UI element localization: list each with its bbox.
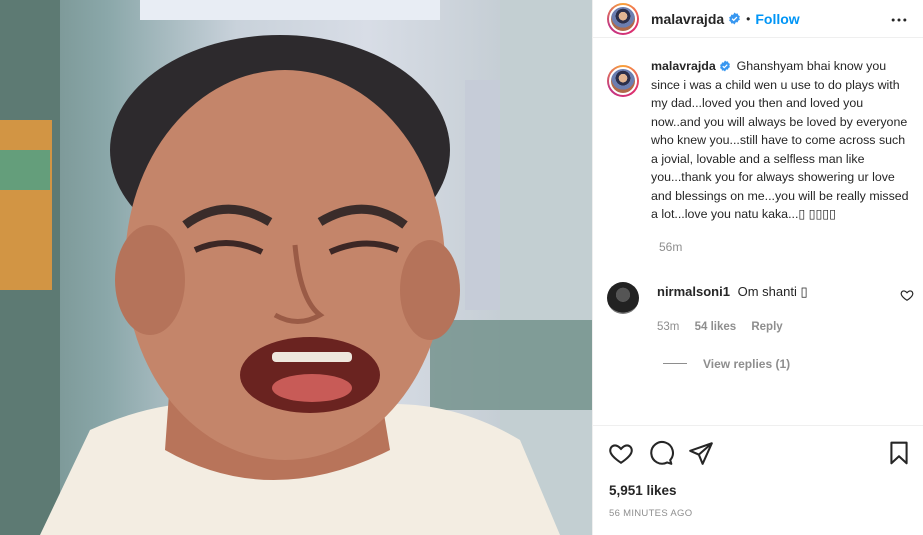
bookmark-icon[interactable] xyxy=(886,440,912,466)
reply-button[interactable]: Reply xyxy=(751,321,782,333)
commenter-avatar[interactable] xyxy=(607,281,639,314)
likes-count[interactable]: 5,951 likes xyxy=(609,483,677,498)
comment-icon[interactable] xyxy=(648,440,674,466)
author-avatar[interactable] xyxy=(607,2,639,35)
comment-text: Om shanti ▯ xyxy=(737,283,808,299)
comment-text-line: nirmalsoni1 Om shanti ▯ xyxy=(657,284,808,300)
view-replies-label[interactable]: View replies (1) xyxy=(703,357,790,371)
verified-badge-icon xyxy=(729,12,741,25)
heart-icon[interactable] xyxy=(608,440,634,466)
follow-button[interactable]: Follow xyxy=(755,11,799,27)
author-username[interactable]: malavrajda xyxy=(651,11,724,27)
post-caption: malavrajda Ghanshyam bhai know you since… xyxy=(651,57,909,224)
header-separator: • xyxy=(746,11,751,26)
verified-badge-icon xyxy=(720,60,731,72)
post-image[interactable] xyxy=(0,0,592,535)
comments-area[interactable]: malavrajda Ghanshyam bhai know you since… xyxy=(593,57,923,425)
commenter-username[interactable]: nirmalsoni1 xyxy=(657,284,730,299)
caption-time: 56m xyxy=(659,239,683,254)
more-options-icon[interactable] xyxy=(889,10,909,30)
comment-meta: 53m 54 likes Reply xyxy=(657,321,808,333)
post-actions: 5,951 likes 56 MINUTES AGO xyxy=(593,425,923,535)
post-photo xyxy=(0,0,592,535)
posted-time[interactable]: 56 MINUTES AGO xyxy=(609,508,692,519)
share-icon[interactable] xyxy=(688,440,714,466)
view-replies[interactable]: View replies (1) xyxy=(663,357,923,371)
caption-text: Ghanshyam bhai know you since i was a ch… xyxy=(651,59,909,221)
caption-username[interactable]: malavrajda xyxy=(651,59,716,73)
caption-avatar[interactable] xyxy=(607,65,639,97)
post-header: malavrajda • Follow xyxy=(593,0,923,38)
replies-divider xyxy=(663,363,687,364)
comment-time[interactable]: 53m xyxy=(657,321,679,333)
small-heart-icon[interactable] xyxy=(900,288,914,302)
post-details-panel: malavrajda • Follow malavrajda Ghanshyam… xyxy=(592,0,923,535)
caption-row: malavrajda Ghanshyam bhai know you since… xyxy=(593,57,923,224)
comment-likes[interactable]: 54 likes xyxy=(695,321,737,333)
comment-item: nirmalsoni1 Om shanti ▯ 53m 54 likes Rep… xyxy=(593,281,923,333)
